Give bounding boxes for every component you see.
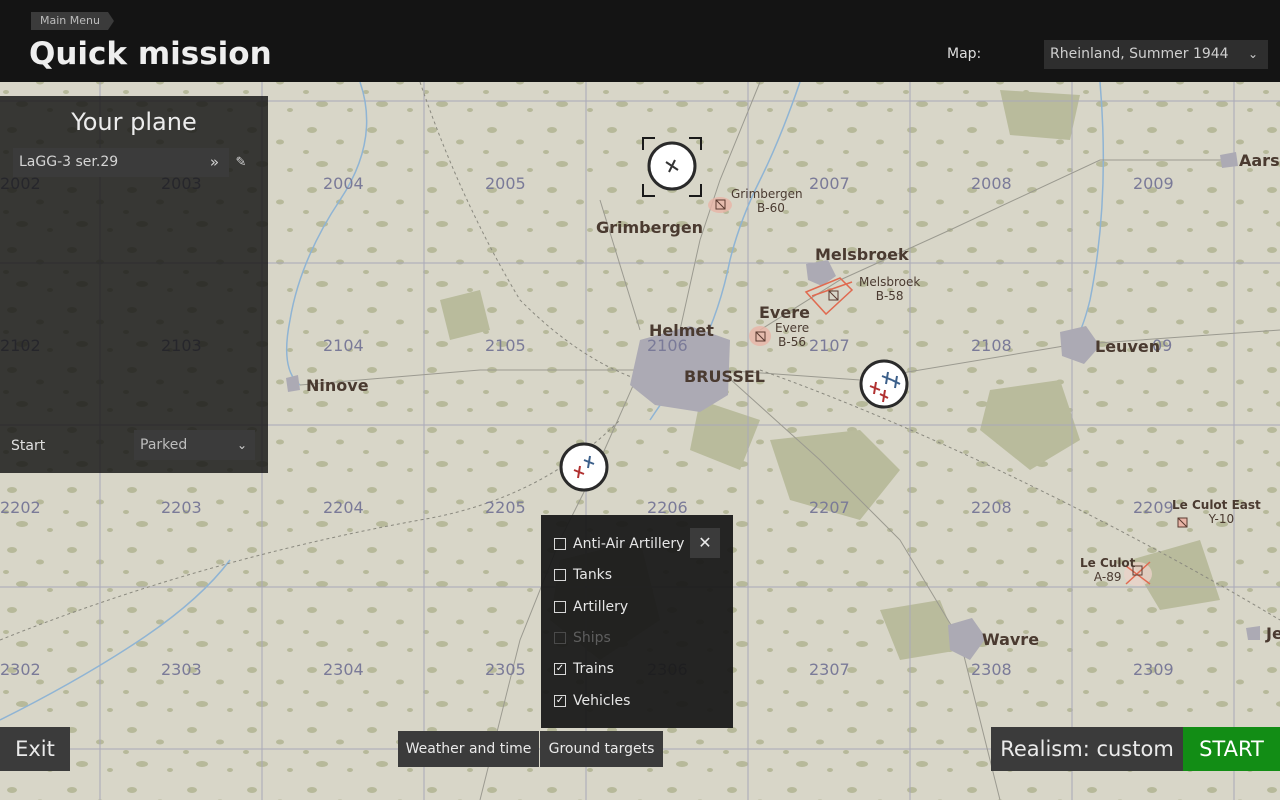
grid-label: 2009 bbox=[1133, 174, 1174, 193]
target-option-label: Tanks bbox=[573, 567, 613, 583]
checkbox[interactable] bbox=[554, 569, 566, 581]
target-option-artillery[interactable]: Artillery bbox=[554, 597, 628, 617]
airfield-code: Y-10 bbox=[1208, 512, 1235, 526]
grid-label: 2204 bbox=[323, 498, 364, 517]
city-label-helmet: Helmet bbox=[649, 321, 714, 340]
plane-panel-title: Your plane bbox=[71, 108, 197, 136]
plane-select[interactable]: LaGG-3 ser.29 » bbox=[13, 148, 229, 177]
checkbox-checked[interactable]: ✓ bbox=[554, 663, 566, 675]
start-select-value: Parked bbox=[140, 437, 188, 453]
city-label-evere: Evere bbox=[759, 303, 810, 322]
target-option-vehicles[interactable]: ✓ Vehicles bbox=[554, 691, 630, 711]
close-icon[interactable]: ✕ bbox=[690, 528, 720, 558]
plane-select-value: LaGG-3 ser.29 bbox=[19, 154, 119, 170]
airfield-label-le-culot: Le Culot A-89 bbox=[1080, 556, 1135, 584]
checkbox[interactable] bbox=[554, 601, 566, 613]
grid-label: 2105 bbox=[485, 336, 526, 355]
breadcrumb-main-menu[interactable]: Main Menu bbox=[31, 12, 114, 30]
weather-and-time-button[interactable]: Weather and time bbox=[398, 731, 539, 767]
city-label-leuven: Leuven bbox=[1095, 337, 1161, 356]
map-select[interactable]: Rheinland, Summer 1944 ⌄ bbox=[1044, 40, 1268, 69]
grid-label: 2004 bbox=[323, 174, 364, 193]
chevron-down-icon: ⌄ bbox=[1247, 47, 1258, 61]
grid-label: 2107 bbox=[809, 336, 850, 355]
grid-label: 2304 bbox=[323, 660, 364, 679]
airfield-name: Melsbroek bbox=[859, 275, 921, 289]
header-bar: Main Menu Quick mission Map: Rheinland, … bbox=[0, 0, 1280, 82]
grid-label: 2104 bbox=[323, 336, 364, 355]
target-option-ships: Ships bbox=[554, 628, 611, 648]
map-label: Map: bbox=[947, 46, 982, 62]
airfield-grimbergen[interactable] bbox=[708, 197, 732, 213]
grid-label: 2307 bbox=[809, 660, 850, 679]
target-option-tanks[interactable]: Tanks bbox=[554, 565, 612, 585]
flight-group-marker-south[interactable] bbox=[559, 442, 609, 492]
flight-group-marker-east[interactable] bbox=[859, 359, 909, 409]
target-option-trains[interactable]: ✓ Trains bbox=[554, 659, 614, 679]
city-label-grimbergen: Grimbergen bbox=[596, 218, 704, 237]
double-chevron-right-icon: » bbox=[209, 153, 219, 171]
grid-label: 2302 bbox=[0, 660, 41, 679]
airfield-name: Evere bbox=[775, 321, 810, 335]
grid-label: 2207 bbox=[809, 498, 850, 517]
airfield-code: B-60 bbox=[757, 201, 785, 215]
grid-label: 2203 bbox=[161, 498, 202, 517]
city-label-ninove: Ninove bbox=[306, 376, 369, 395]
grid-label: 2309 bbox=[1133, 660, 1174, 679]
target-option-label: Trains bbox=[573, 661, 614, 677]
exit-button[interactable]: Exit bbox=[0, 727, 70, 771]
target-option-label: Vehicles bbox=[573, 693, 631, 709]
ground-targets-button[interactable]: Ground targets bbox=[540, 731, 663, 767]
checkbox bbox=[554, 632, 566, 644]
airfield-evere[interactable] bbox=[749, 326, 771, 346]
airfield-label-melsbroek: Melsbroek B-58 bbox=[859, 275, 920, 303]
grid-label: 2303 bbox=[161, 660, 202, 679]
airfield-code: B-58 bbox=[875, 289, 904, 303]
realism-button[interactable]: Realism: custom bbox=[991, 727, 1183, 771]
airfield-name: Grimbergen bbox=[731, 187, 803, 201]
airfield-label-le-culot-east: Le Culot East Y-10 bbox=[1172, 498, 1261, 526]
airfield-label-grimbergen: Grimbergen B-60 bbox=[731, 187, 803, 215]
plane-panel: Your plane LaGG-3 ser.29 » ✎ Start Parke… bbox=[0, 96, 268, 473]
start-button[interactable]: START bbox=[1183, 727, 1280, 771]
airfield-code: B-56 bbox=[778, 335, 806, 349]
start-label: Start bbox=[11, 438, 46, 454]
grid-label: 2209 bbox=[1133, 498, 1174, 517]
grid-label: 2202 bbox=[0, 498, 41, 517]
checkbox-checked[interactable]: ✓ bbox=[554, 695, 566, 707]
start-select[interactable]: Parked ⌄ bbox=[134, 430, 255, 460]
page-title: Quick mission bbox=[29, 36, 272, 72]
grid-label: 2005 bbox=[485, 174, 526, 193]
grid-label: 2108 bbox=[971, 336, 1012, 355]
grid-label: 2007 bbox=[809, 174, 850, 193]
target-option-anti-air-artillery[interactable]: Anti-Air Artillery bbox=[554, 534, 684, 554]
target-option-label: Ships bbox=[573, 630, 611, 646]
airfield-name: Le Culot bbox=[1080, 556, 1136, 570]
target-option-label: Artillery bbox=[573, 599, 629, 615]
city-label-jodoigne: Je bbox=[1266, 624, 1280, 643]
airfield-label-evere: Evere B-56 bbox=[775, 321, 809, 349]
wrench-icon[interactable]: ✎ bbox=[232, 154, 250, 172]
airfield-name: Le Culot East bbox=[1172, 498, 1261, 512]
city-label-aarschot: Aarsc bbox=[1239, 151, 1280, 170]
city-label-brussel: BRUSSEL bbox=[684, 367, 765, 386]
chevron-down-icon: ⌄ bbox=[236, 438, 247, 452]
map-select-value: Rheinland, Summer 1944 bbox=[1050, 46, 1229, 62]
target-option-label: Anti-Air Artillery bbox=[573, 536, 685, 552]
grid-label: 2008 bbox=[971, 174, 1012, 193]
airfield-code: A-89 bbox=[1093, 570, 1122, 584]
checkbox[interactable] bbox=[554, 538, 566, 550]
grid-label: 2305 bbox=[485, 660, 526, 679]
grid-label: 2205 bbox=[485, 498, 526, 517]
city-label-melsbroek: Melsbroek bbox=[815, 245, 909, 264]
city-label-wavre: Wavre bbox=[982, 630, 1040, 649]
grid-label: 2308 bbox=[971, 660, 1012, 679]
grid-label: 2208 bbox=[971, 498, 1012, 517]
